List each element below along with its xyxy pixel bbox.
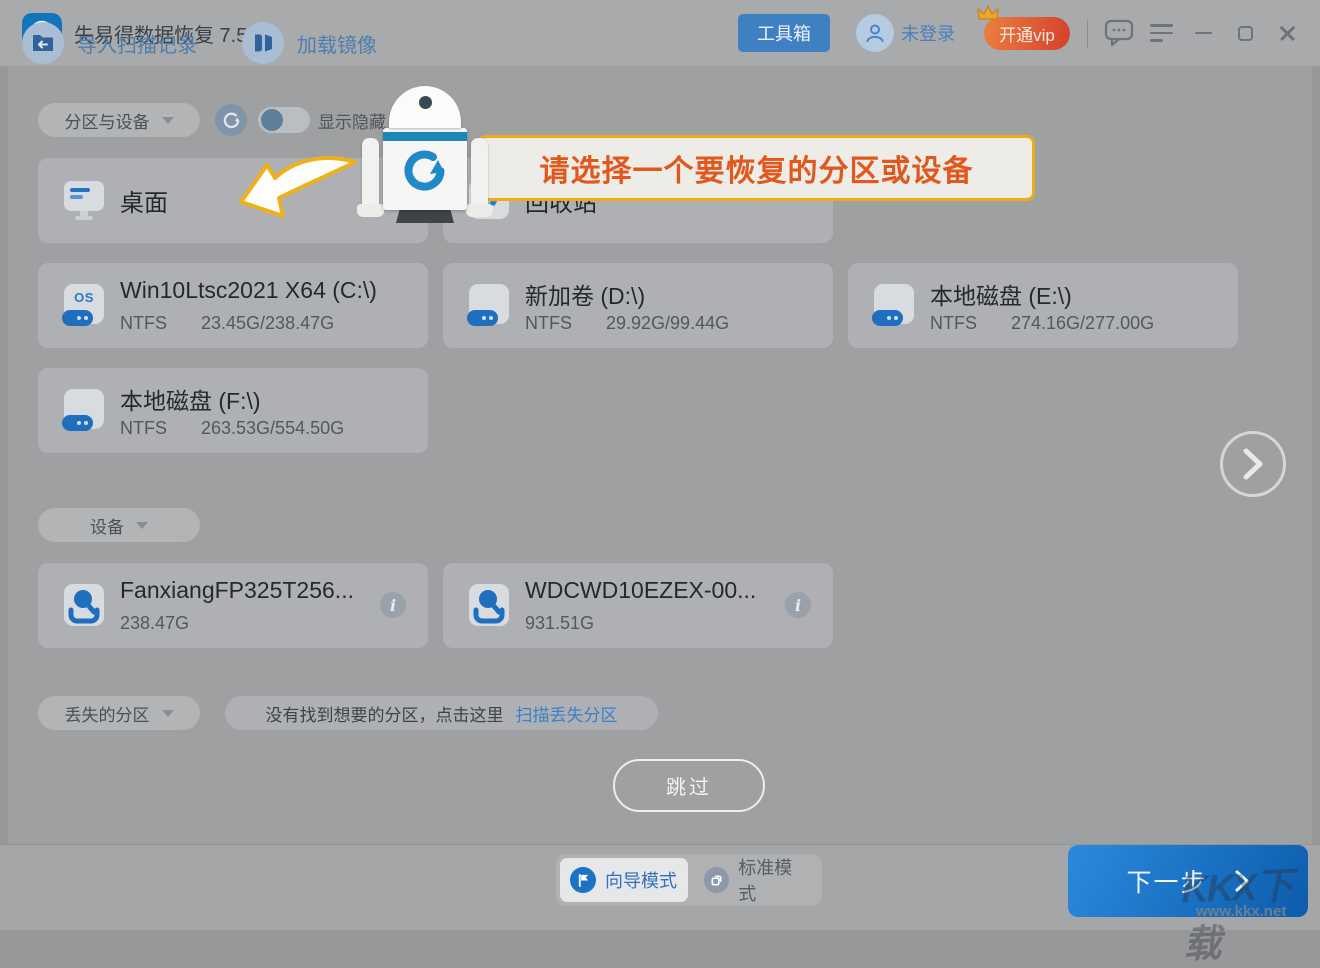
- device-size: 238.47G: [120, 613, 190, 633]
- crown-icon: [977, 5, 999, 20]
- partition-name: Win10Ltsc2021 X64 (C:\): [120, 277, 377, 303]
- skip-button[interactable]: 跳过: [613, 759, 765, 812]
- toggle-knob: [261, 109, 283, 131]
- partitions-dropdown-label: 分区与设备: [64, 112, 150, 132]
- partition-name: 本地磁盘 (E:\): [930, 283, 1072, 309]
- guide-tooltip-text: 请选择一个要恢复的分区或设备: [539, 155, 974, 188]
- toolbox-button[interactable]: 工具箱: [738, 14, 830, 52]
- partition-fs: NTFS: [930, 313, 977, 333]
- device-card-fanxiang[interactable]: FanxiangFP325T256... 238.47G i: [38, 563, 428, 648]
- desktop-icon: [62, 178, 106, 222]
- devices-dropdown[interactable]: 设备: [38, 508, 200, 542]
- partitions-dropdown[interactable]: 分区与设备: [38, 103, 200, 137]
- standard-mode-tab[interactable]: 标准模式: [694, 858, 818, 904]
- mode-toggle: 向导模式 标准模式: [556, 854, 822, 906]
- vip-button[interactable]: 开通vip: [984, 17, 1070, 50]
- chevron-down-icon: [161, 709, 174, 717]
- device-size: 931.51G: [525, 613, 595, 633]
- device-name: FanxiangFP325T256...: [120, 577, 354, 603]
- devices-dropdown-label: 设备: [90, 517, 124, 537]
- disk-icon: [872, 283, 916, 327]
- partition-fs: NTFS: [525, 313, 572, 333]
- device-info-icon[interactable]: i: [380, 592, 406, 618]
- device-name: WDCWD10EZEX-00...: [525, 577, 757, 603]
- partition-size: 23.45G/238.47G: [201, 313, 335, 333]
- disk-icon: [62, 388, 106, 432]
- partition-fs: NTFS: [120, 313, 167, 333]
- titlebar: 失易得数据恢复 7.52 工具箱 未登录 开通vip: [0, 0, 1320, 66]
- chevron-down-icon: [161, 116, 174, 124]
- feedback-chat-icon[interactable]: [1102, 0, 1136, 66]
- app-window: 失易得数据恢复 7.52 工具箱 未登录 开通vip 分区与设备 显示隐藏 桌面…: [0, 0, 1320, 966]
- show-hidden-toggle[interactable]: [258, 107, 310, 133]
- maximize-button[interactable]: [1228, 0, 1262, 66]
- minimize-button[interactable]: [1186, 0, 1220, 66]
- partition-card-c[interactable]: OS Win10Ltsc2021 X64 (C:\) NTFS 23.45G/2…: [38, 263, 428, 348]
- lost-partition-hint: 没有找到想要的分区，点击这里 扫描丢失分区: [225, 696, 658, 730]
- device-disk-icon: [62, 583, 106, 627]
- login-status[interactable]: 未登录: [901, 0, 955, 66]
- standard-mode-label: 标准模式: [738, 858, 793, 904]
- partition-name: 新加卷 (D:\): [525, 283, 646, 309]
- copy-square-icon: [704, 867, 730, 893]
- disk-os-icon: OS: [62, 283, 106, 327]
- load-image-label: 加载镜像: [297, 34, 377, 57]
- flag-icon: [570, 867, 596, 893]
- load-image-button[interactable]: 加载镜像: [242, 0, 377, 86]
- next-step-button[interactable]: 下一步: [1068, 845, 1308, 917]
- guide-tooltip: 请选择一个要恢复的分区或设备: [478, 135, 1035, 201]
- user-avatar-icon[interactable]: [856, 14, 894, 52]
- device-disk-icon: [467, 583, 511, 627]
- next-step-label: 下一步: [1126, 869, 1208, 897]
- guide-arrow-icon: [239, 156, 357, 218]
- robot-mascot: [357, 86, 493, 228]
- lost-partitions-dropdown[interactable]: 丢失的分区: [38, 696, 200, 730]
- refresh-button[interactable]: [215, 104, 247, 136]
- partition-size: 274.16G/277.00G: [1011, 313, 1155, 333]
- load-image-icon: [242, 22, 284, 64]
- lost-partitions-label: 丢失的分区: [64, 705, 150, 725]
- wizard-mode-label: 向导模式: [605, 871, 677, 891]
- import-scan-records-label: 导入扫描记录: [77, 34, 197, 57]
- titlebar-separator: [1087, 19, 1088, 48]
- partition-card-d[interactable]: 新加卷 (D:\) NTFS 29.92G/99.44G: [443, 263, 833, 348]
- desktop-card-label: 桌面: [120, 190, 168, 217]
- partition-size: 263.53G/554.50G: [201, 418, 345, 438]
- carousel-next-arrow[interactable]: [1220, 431, 1286, 497]
- main-menu-icon[interactable]: [1144, 0, 1178, 66]
- import-scan-records-button[interactable]: 导入扫描记录: [22, 0, 197, 86]
- partition-card-f[interactable]: 本地磁盘 (F:\) NTFS 263.53G/554.50G: [38, 368, 428, 453]
- disk-icon: [467, 283, 511, 327]
- partition-card-e[interactable]: 本地磁盘 (E:\) NTFS 274.16G/277.00G: [848, 263, 1238, 348]
- scan-lost-partitions-link[interactable]: 扫描丢失分区: [516, 701, 618, 726]
- import-folder-icon: [22, 22, 64, 64]
- lost-hint-text: 没有找到想要的分区，点击这里: [265, 705, 504, 725]
- device-info-icon[interactable]: i: [785, 592, 811, 618]
- close-button[interactable]: [1270, 0, 1304, 66]
- partition-size: 29.92G/99.44G: [606, 313, 730, 333]
- partition-name: 本地磁盘 (F:\): [120, 388, 261, 414]
- partition-fs: NTFS: [120, 418, 167, 438]
- chevron-right-icon: [1235, 870, 1248, 892]
- wizard-mode-tab[interactable]: 向导模式: [560, 858, 688, 902]
- chevron-down-icon: [136, 521, 148, 529]
- device-card-wd[interactable]: WDCWD10EZEX-00... 931.51G i: [443, 563, 833, 648]
